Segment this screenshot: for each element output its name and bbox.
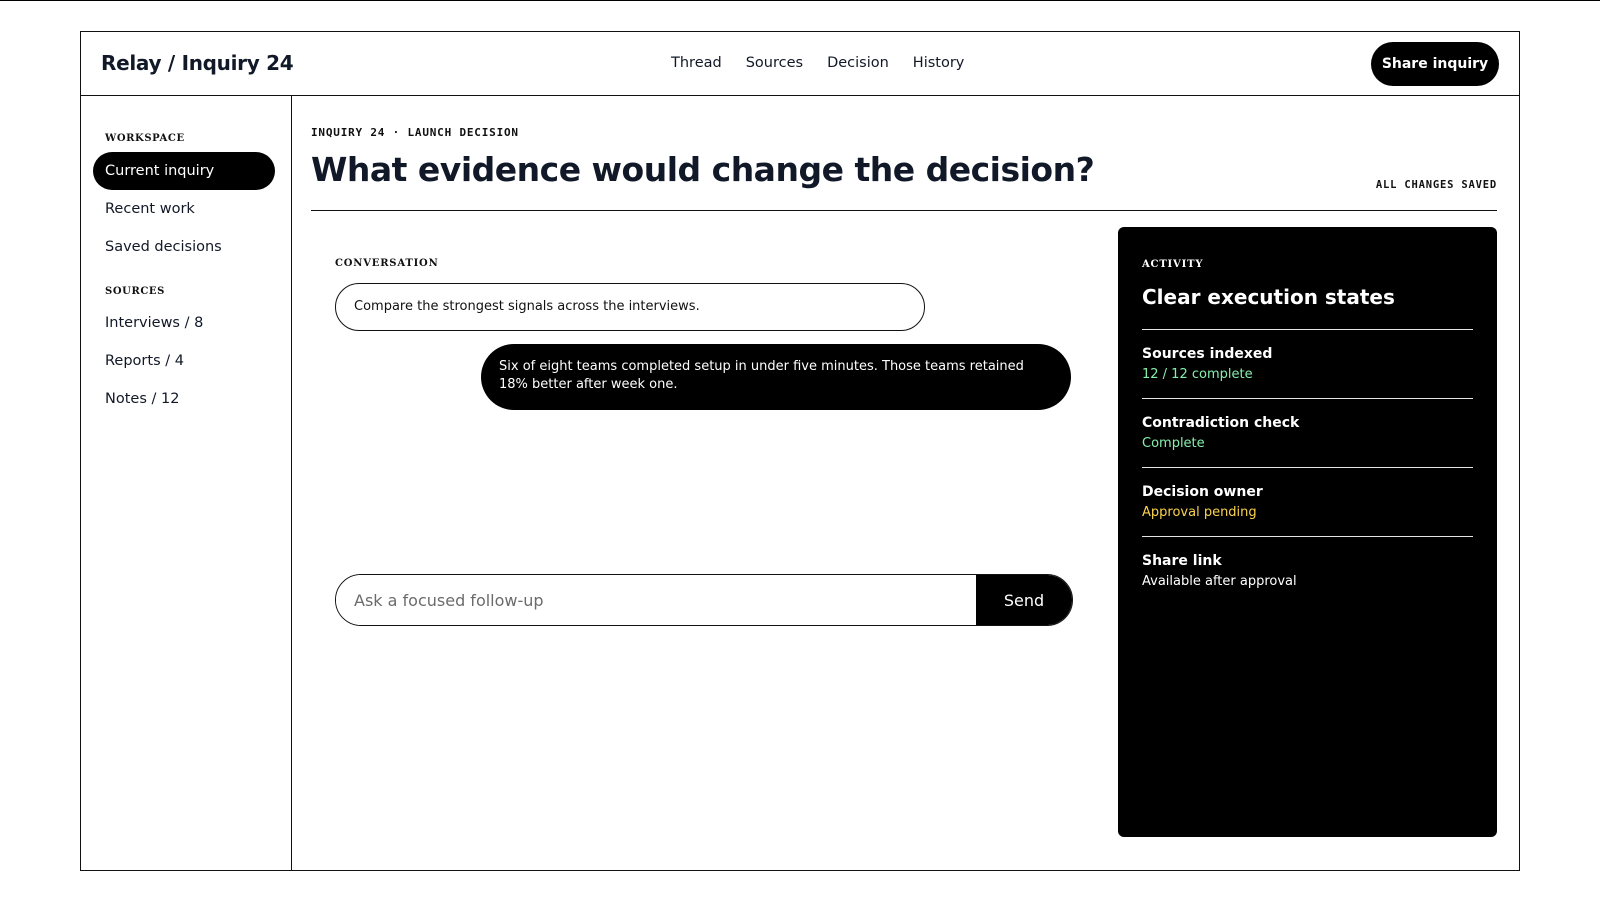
assistant-message: Six of eight teams completed setup in un… [481, 344, 1071, 410]
inquiry-eyebrow: INQUIRY 24 · LAUNCH DECISION [311, 126, 519, 139]
app-window: Relay / Inquiry 24 Thread Sources Decisi… [80, 31, 1520, 871]
share-inquiry-button[interactable]: Share inquiry [1371, 42, 1499, 86]
top-edge-line [0, 0, 1600, 1]
nav-sources[interactable]: Sources [746, 55, 803, 71]
sidebar-item-reports[interactable]: Reports / 4 [93, 342, 275, 380]
activity-label: ACTIVITY [1142, 259, 1204, 270]
sidebar-section-workspace: WORKSPACE [105, 133, 185, 144]
activity-item-decision-owner: Decision owner Approval pending [1142, 467, 1473, 520]
send-button[interactable]: Send [976, 575, 1072, 625]
nav-thread[interactable]: Thread [671, 55, 722, 71]
nav-decision[interactable]: Decision [827, 55, 889, 71]
activity-item-share-link: Share link Available after approval [1142, 536, 1473, 589]
page-title: What evidence would change the decision? [311, 150, 1095, 189]
save-status: ALL CHANGES SAVED [1375, 179, 1497, 191]
top-nav: Thread Sources Decision History [671, 55, 964, 71]
activity-item-name: Decision owner [1142, 484, 1263, 500]
activity-item-status: Complete [1142, 436, 1205, 451]
sidebar-item-notes[interactable]: Notes / 12 [93, 380, 275, 418]
sidebar: WORKSPACE Current inquiry Recent work Sa… [81, 96, 292, 870]
follow-up-input[interactable] [336, 575, 976, 625]
sidebar-section-sources: SOURCES [105, 286, 165, 297]
conversation-label: CONVERSATION [335, 258, 439, 269]
title-divider [311, 210, 1497, 211]
user-message: Compare the strongest signals across the… [335, 283, 925, 331]
sidebar-item-current-inquiry[interactable]: Current inquiry [93, 152, 275, 190]
activity-item-status: Approval pending [1142, 505, 1257, 520]
composer: Send [335, 574, 1073, 626]
activity-item-name: Contradiction check [1142, 415, 1300, 431]
sidebar-item-recent-work[interactable]: Recent work [93, 190, 275, 228]
sidebar-item-interviews[interactable]: Interviews / 8 [93, 304, 275, 342]
sidebar-item-saved-decisions[interactable]: Saved decisions [93, 228, 275, 266]
activity-item-contradiction-check: Contradiction check Complete [1142, 398, 1473, 451]
activity-panel: ACTIVITY Clear execution states Sources … [1118, 227, 1497, 837]
activity-title: Clear execution states [1142, 285, 1395, 309]
activity-item-sources-indexed: Sources indexed 12 / 12 complete [1142, 329, 1473, 382]
activity-item-name: Share link [1142, 553, 1222, 569]
nav-history[interactable]: History [913, 55, 965, 71]
activity-item-status: Available after approval [1142, 574, 1297, 589]
activity-item-status: 12 / 12 complete [1142, 367, 1253, 382]
top-bar: Relay / Inquiry 24 Thread Sources Decisi… [81, 32, 1519, 96]
activity-item-name: Sources indexed [1142, 346, 1273, 362]
brand-title: Relay / Inquiry 24 [101, 51, 294, 75]
